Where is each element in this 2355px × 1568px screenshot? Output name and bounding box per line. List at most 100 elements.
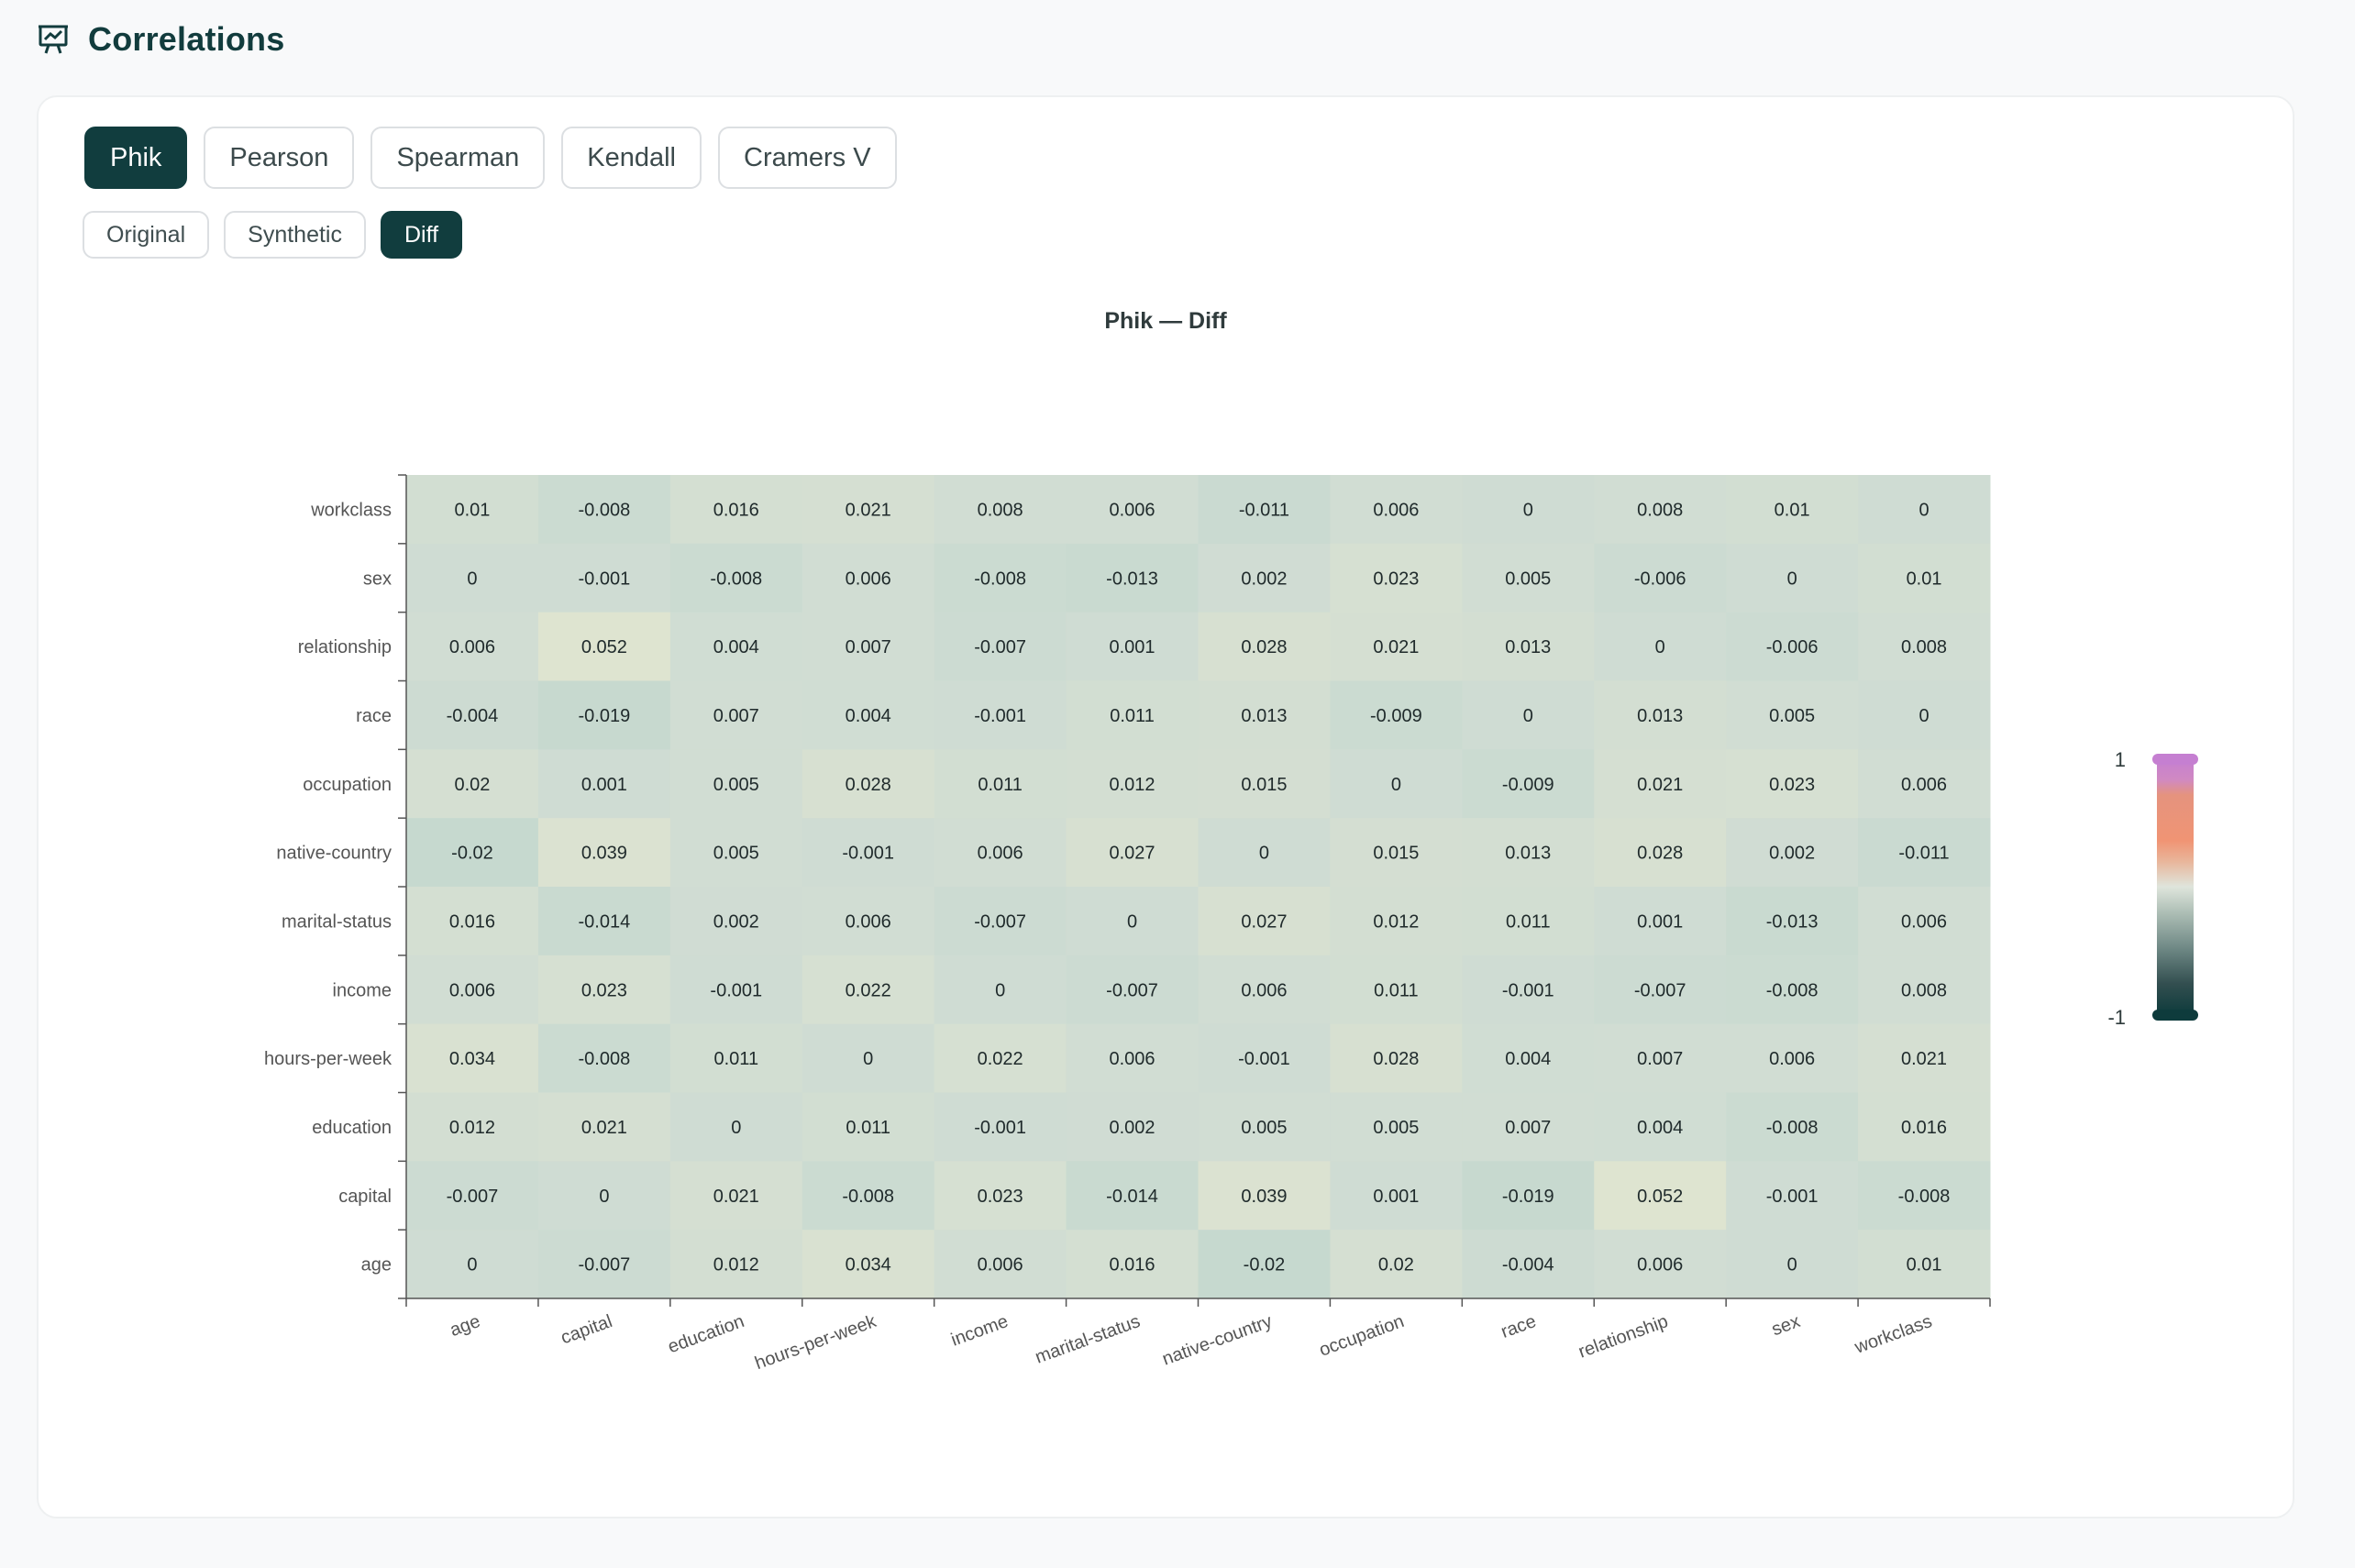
cell-value-label: 0 [1127,911,1137,932]
cell-value-label: -0.008 [842,1187,894,1207]
cell-value-label: 0.005 [1769,706,1815,726]
cell-value-label: 0.001 [1637,911,1683,932]
cell-value-label: 0.013 [1505,637,1551,657]
cell-value-label: 0.028 [1373,1049,1419,1069]
cell-value-label: -0.019 [1502,1187,1554,1207]
y-tick-label: race [356,706,392,726]
cell-value-label: 0.034 [449,1049,495,1069]
x-tick-label: occupation [1317,1311,1407,1361]
cell-value-label: -0.008 [579,500,631,520]
cell-value-label: 0.015 [1241,775,1287,795]
cell-value-label: 0.006 [1373,500,1419,520]
cell-value-label: 0.005 [713,844,759,864]
y-tick-label: sex [363,569,392,589]
cell-value-label: 0.013 [1241,706,1287,726]
cell-value-label: -0.008 [1766,980,1819,1000]
cell-value-label: 0.01 [1907,1255,1942,1275]
y-tick-label: capital [338,1187,392,1207]
colorbar [2157,759,2194,1014]
cell-value-label: -0.011 [1239,500,1289,520]
y-tick-label: hours-per-week [264,1049,392,1069]
cell-value-label: 0.006 [1901,911,1947,932]
cell-value-label: 0 [731,1118,741,1138]
x-tick-label: native-country [1160,1311,1276,1370]
cell-value-label: -0.009 [1370,706,1422,726]
cell-value-label: 0 [1787,1255,1797,1275]
cell-value-label: -0.02 [451,844,493,864]
cell-value-label: 0.016 [1110,1255,1155,1275]
cell-value-label: -0.006 [1766,637,1819,657]
cell-value-label: 0.006 [846,569,891,589]
cell-value-label: 0.004 [1637,1118,1683,1138]
cell-value-label: 0.016 [449,911,495,932]
y-tick-label: occupation [303,775,392,795]
cell-value-label: 0.006 [1110,500,1155,520]
cell-value-label: 0.022 [846,980,891,1000]
cell-value-label: 0 [1918,706,1929,726]
cell-value-label: 0 [1391,775,1401,795]
heatmap-chart: Phik — Diff0.01 -0.008 0.016 0.021 0.008 0.00… [264,308,2198,1374]
cell-value-label: 0.021 [1901,1049,1947,1069]
y-tick-label: relationship [298,637,392,657]
cell-value-label: 0.006 [846,911,891,932]
cell-value-label: 0.01 [454,500,490,520]
cell-value-label: 0.039 [1241,1187,1287,1207]
cell-value-label: 0.028 [1241,637,1287,657]
cell-value-label: -0.009 [1502,775,1554,795]
cell-value-label: 0.023 [978,1187,1023,1207]
cell-value-label: 0.006 [1901,775,1947,795]
cell-value-label: 0.005 [1505,569,1551,589]
cell-value-label: -0.007 [974,911,1026,932]
cell-value-label: 0.006 [978,844,1023,864]
cell-value-label: 0.011 [1374,980,1419,1000]
cell-value-label: -0.001 [842,844,894,864]
cell-value-label: 0.006 [1241,980,1287,1000]
cell-value-label: 0 [995,980,1005,1000]
cell-value-label: 0.013 [1637,706,1683,726]
cell-value-label: -0.001 [974,1118,1026,1138]
cell-value-label: -0.007 [447,1187,499,1207]
cell-value-label: 0.004 [1505,1049,1551,1069]
cell-value-label: 0.007 [1637,1049,1683,1069]
cell-value-label: 0.011 [846,1118,890,1138]
cell-value-label: 0.002 [1241,569,1287,589]
cell-value-label: 0.02 [454,775,490,795]
y-tick-label: income [333,980,392,1000]
cell-value-label: 0.012 [1110,775,1155,795]
y-tick-label: native-country [276,844,392,864]
cell-value-label: 0 [599,1187,609,1207]
x-tick-label: capital [558,1311,615,1348]
cell-value-label: 0.012 [713,1255,759,1275]
cell-value-label: -0.014 [1106,1187,1158,1207]
cell-value-label: -0.013 [1106,569,1158,589]
y-tick-label: marital-status [282,911,392,932]
cell-value-label: 0.006 [1769,1049,1815,1069]
x-tick-label: sex [1769,1311,1803,1340]
cell-value-label: -0.001 [1238,1049,1290,1069]
chart-title: Phik — Diff [1104,308,1227,334]
cell-value-label: 0.005 [1241,1118,1287,1138]
cell-value-label: 0.021 [846,500,891,520]
cell-value-label: -0.007 [1634,980,1686,1000]
cell-value-label: -0.001 [1502,980,1554,1000]
cell-value-label: 0.006 [449,637,495,657]
cell-value-label: -0.008 [710,569,762,589]
cell-value-label: 0.02 [1378,1255,1414,1275]
cell-value-label: 0.028 [846,775,891,795]
x-tick-label: workclass [1852,1311,1935,1358]
cell-value-label: 0.027 [1241,911,1287,932]
cell-value-label: 0.004 [846,706,891,726]
cell-value-label: 0.039 [581,844,627,864]
cell-value-label: -0.006 [1634,569,1686,589]
cell-value-label: 0.021 [1373,637,1419,657]
x-tick-label: income [948,1311,1011,1351]
cell-value-label: -0.007 [1106,980,1158,1000]
cell-value-label: 0 [467,1255,477,1275]
cell-value-label: 0.002 [1769,844,1815,864]
cell-value-label: -0.008 [579,1049,631,1069]
x-tick-label: race [1498,1311,1539,1342]
cell-value-label: 0 [1259,844,1269,864]
cell-value-label: 0.021 [581,1118,627,1138]
cell-value-label: 0.001 [581,775,627,795]
cell-value-label: 0.01 [1775,500,1810,520]
